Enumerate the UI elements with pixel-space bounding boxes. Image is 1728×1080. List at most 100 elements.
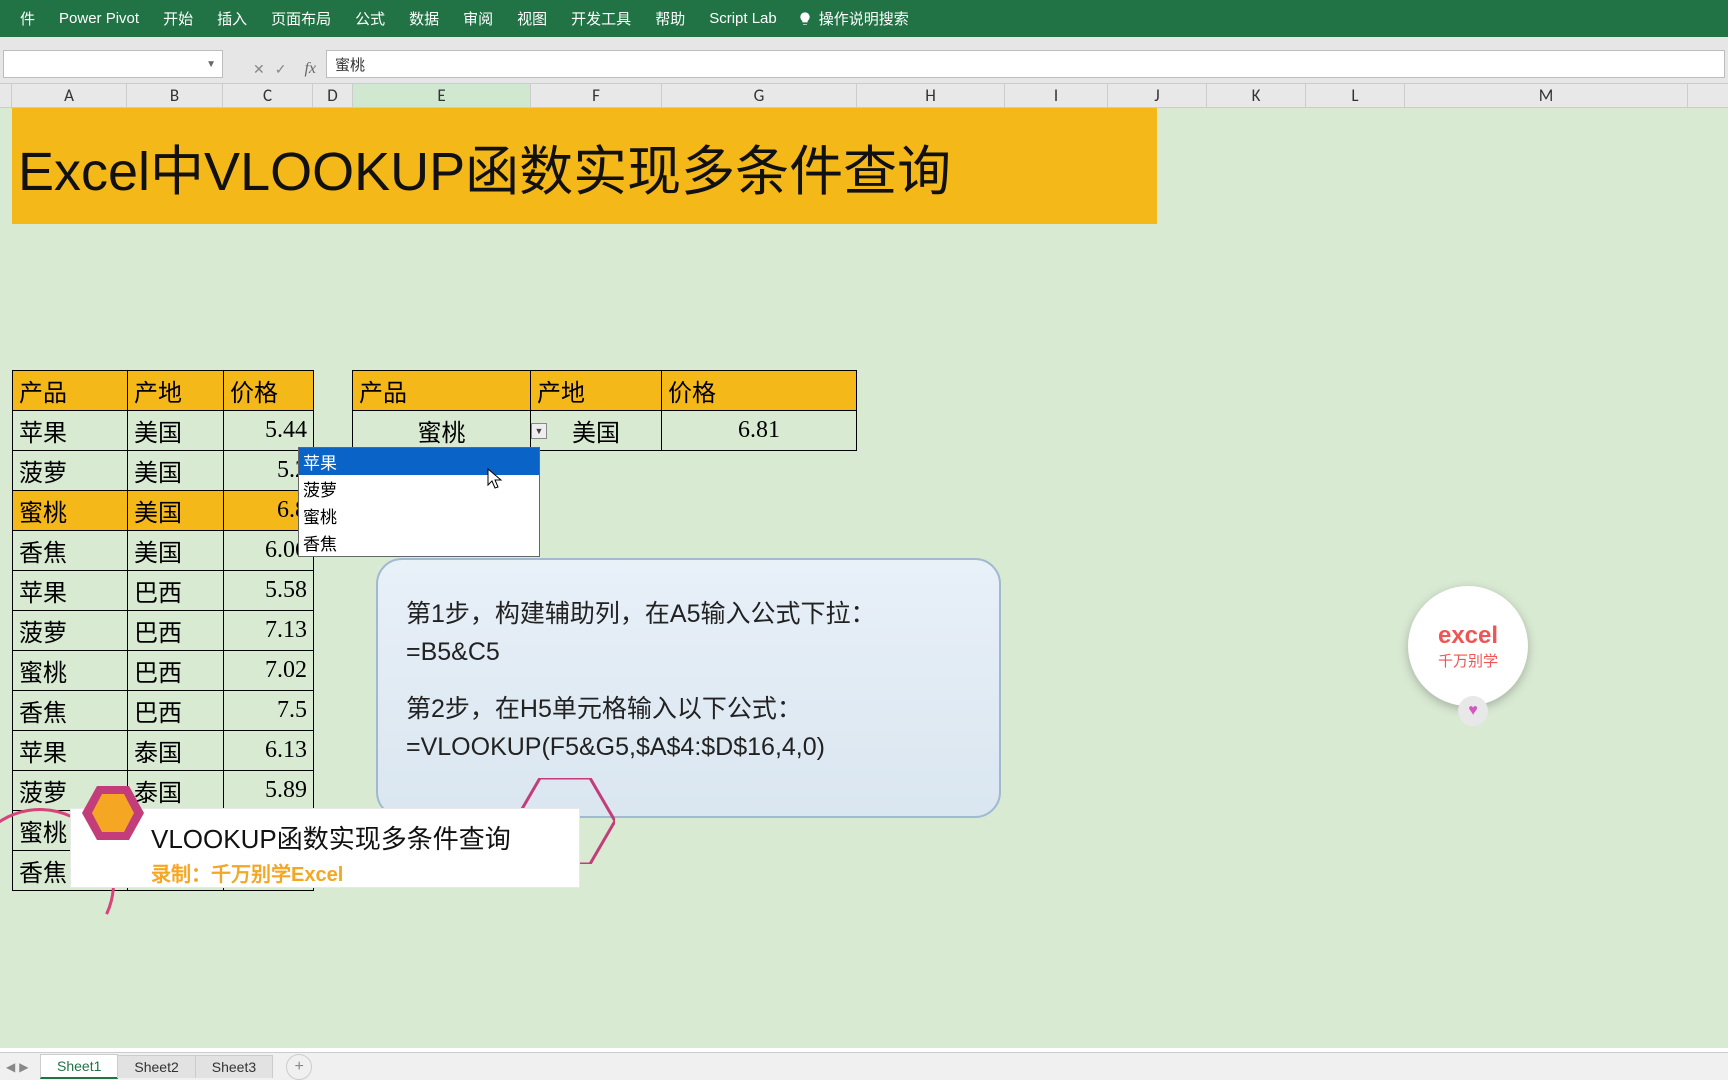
table-cell[interactable]: 5.44 [224,411,314,451]
dropdown-list[interactable]: 苹果 菠萝 蜜桃 香焦 [298,447,540,557]
table-cell[interactable]: 泰国 [128,731,224,771]
table-cell[interactable]: 苹果 [13,411,128,451]
prev-sheet-icon[interactable]: ◀ [6,1060,15,1074]
sheet-tab-bar: ◀ ▶ Sheet1 Sheet2 Sheet3 + [0,1052,1728,1080]
table-cell[interactable]: 巴西 [128,651,224,691]
ribbon-tab-data[interactable]: 数据 [397,0,451,37]
table-cell[interactable]: 5.58 [224,571,314,611]
table-cell[interactable]: 蜜桃 [13,491,128,531]
cursor-icon [487,468,505,495]
caption-hexagon-icon [82,786,144,840]
table-cell[interactable]: 苹果 [13,571,128,611]
left-th-price: 价格 [224,371,314,411]
callout-line4: =VLOOKUP(F5&G5,$A$4:$D$16,4,0) [406,729,971,767]
table-cell[interactable]: 7.13 [224,611,314,651]
col-header-h[interactable]: H [857,84,1005,107]
ribbon-tab-layout[interactable]: 页面布局 [259,0,343,37]
dropdown-item[interactable]: 蜜桃 [299,502,539,529]
col-header-f[interactable]: F [531,84,662,107]
formula-bar-area: ▼ ✕ ✓ fx 蜜桃 [0,37,1728,84]
callout-line3: 第2步，在H5单元格输入以下公式： [406,691,971,729]
formula-input[interactable]: 蜜桃 [326,50,1725,78]
lookup-origin-cell[interactable]: 美国 [531,411,662,451]
callout-line1: 第1步，构建辅助列，在A5输入公式下拉： [406,596,971,634]
col-header-b[interactable]: B [127,84,223,107]
ribbon: 件 Power Pivot 开始 插入 页面布局 公式 数据 审阅 视图 开发工… [0,0,1728,37]
table-cell[interactable]: 美国 [128,411,224,451]
table-cell[interactable]: 苹果 [13,731,128,771]
left-th-origin: 产地 [128,371,224,411]
col-header-g[interactable]: G [662,84,857,107]
column-headers: A B C D E F G H I J K L M [0,84,1728,108]
confirm-icon[interactable]: ✓ [275,61,287,78]
sheet-tab-1[interactable]: Sheet1 [40,1054,118,1079]
col-header-e[interactable]: E [353,84,531,107]
next-sheet-icon[interactable]: ▶ [19,1060,28,1074]
lookup-product-cell[interactable]: 蜜桃 ▼ [353,411,531,451]
formula-value: 蜜桃 [335,54,365,75]
col-header-l[interactable]: L [1306,84,1405,107]
ribbon-tab-dev[interactable]: 开发工具 [559,0,643,37]
ribbon-tab-home[interactable]: 开始 [151,0,205,37]
col-header-a[interactable]: A [12,84,127,107]
table-cell[interactable]: 6.13 [224,731,314,771]
col-header-m[interactable]: M [1405,84,1688,107]
table-cell[interactable]: 巴西 [128,611,224,651]
ribbon-tab-review[interactable]: 审阅 [451,0,505,37]
lookup-table: 产品 产地 价格 蜜桃 ▼ 美国 6.81 [352,370,857,451]
table-cell[interactable]: 美国 [128,491,224,531]
table-cell[interactable]: 巴西 [128,571,224,611]
caption-title: VLOOKUP函数实现多条件查询 [151,819,579,856]
select-all-corner[interactable] [0,84,12,107]
col-header-d[interactable]: D [313,84,353,107]
dropdown-item[interactable]: 香焦 [299,529,539,556]
ribbon-tab-view[interactable]: 视图 [505,0,559,37]
sheet-nav[interactable]: ◀ ▶ [6,1060,28,1074]
table-cell[interactable]: 7.02 [224,651,314,691]
table-cell[interactable]: 7.5 [224,691,314,731]
ribbon-tab-file[interactable]: 件 [8,0,47,37]
col-header-i[interactable]: I [1005,84,1108,107]
left-th-product: 产品 [13,371,128,411]
table-cell[interactable]: 香焦 [13,691,128,731]
caption-banner: VLOOKUP函数实现多条件查询 录制：千万别学Excel [70,808,580,888]
table-cell[interactable]: 美国 [128,531,224,571]
lookup-th-product: 产品 [353,371,531,411]
title-banner: Excel中VLOOKUP函数实现多条件查询 [12,108,1157,224]
col-header-k[interactable]: K [1207,84,1306,107]
sheet-tab-2[interactable]: Sheet2 [117,1055,195,1078]
table-cell[interactable]: 香焦 [13,531,128,571]
table-cell[interactable]: 菠萝 [13,611,128,651]
watermark-text1: excel [1438,622,1498,650]
heart-icon: ♥ [1458,696,1488,726]
col-header-j[interactable]: J [1108,84,1207,107]
table-cell[interactable]: 蜜桃 [13,651,128,691]
new-sheet-button[interactable]: + [286,1054,312,1080]
formula-buttons: ✕ ✓ fx [253,60,316,78]
table-cell[interactable]: 美国 [128,451,224,491]
ribbon-search[interactable]: 操作说明搜索 [797,8,909,29]
ribbon-tab-insert[interactable]: 插入 [205,0,259,37]
lookup-price-cell[interactable]: 6.81 [662,411,857,451]
watermark-logo: excel 千万别学 ♥ [1408,586,1538,726]
col-header-c[interactable]: C [223,84,313,107]
table-cell[interactable]: 巴西 [128,691,224,731]
table-cell[interactable]: 5.89 [224,771,314,811]
ribbon-search-label: 操作说明搜索 [819,8,909,29]
chevron-down-icon[interactable]: ▼ [206,59,216,70]
ribbon-tab-scriptlab[interactable]: Script Lab [697,0,789,37]
fx-icon[interactable]: fx [304,60,316,78]
sheet-tab-3[interactable]: Sheet3 [195,1055,273,1078]
watermark-text2: 千万别学 [1438,650,1498,671]
instruction-callout: 第1步，构建辅助列，在A5输入公式下拉： =B5&C5 第2步，在H5单元格输入… [376,558,1001,818]
dropdown-arrow-icon[interactable]: ▼ [531,423,547,439]
lightbulb-icon [797,11,813,27]
ribbon-tab-formula[interactable]: 公式 [343,0,397,37]
cancel-icon[interactable]: ✕ [253,61,265,78]
ribbon-tab-help[interactable]: 帮助 [643,0,697,37]
table-cell[interactable]: 菠萝 [13,451,128,491]
lookup-product-value: 蜜桃 [418,420,466,447]
name-box[interactable]: ▼ [3,50,223,78]
spreadsheet-grid[interactable]: Excel中VLOOKUP函数实现多条件查询 产品 产地 价格 苹果美国5.44… [0,108,1728,1048]
ribbon-tab-powerpivot[interactable]: Power Pivot [47,0,151,37]
